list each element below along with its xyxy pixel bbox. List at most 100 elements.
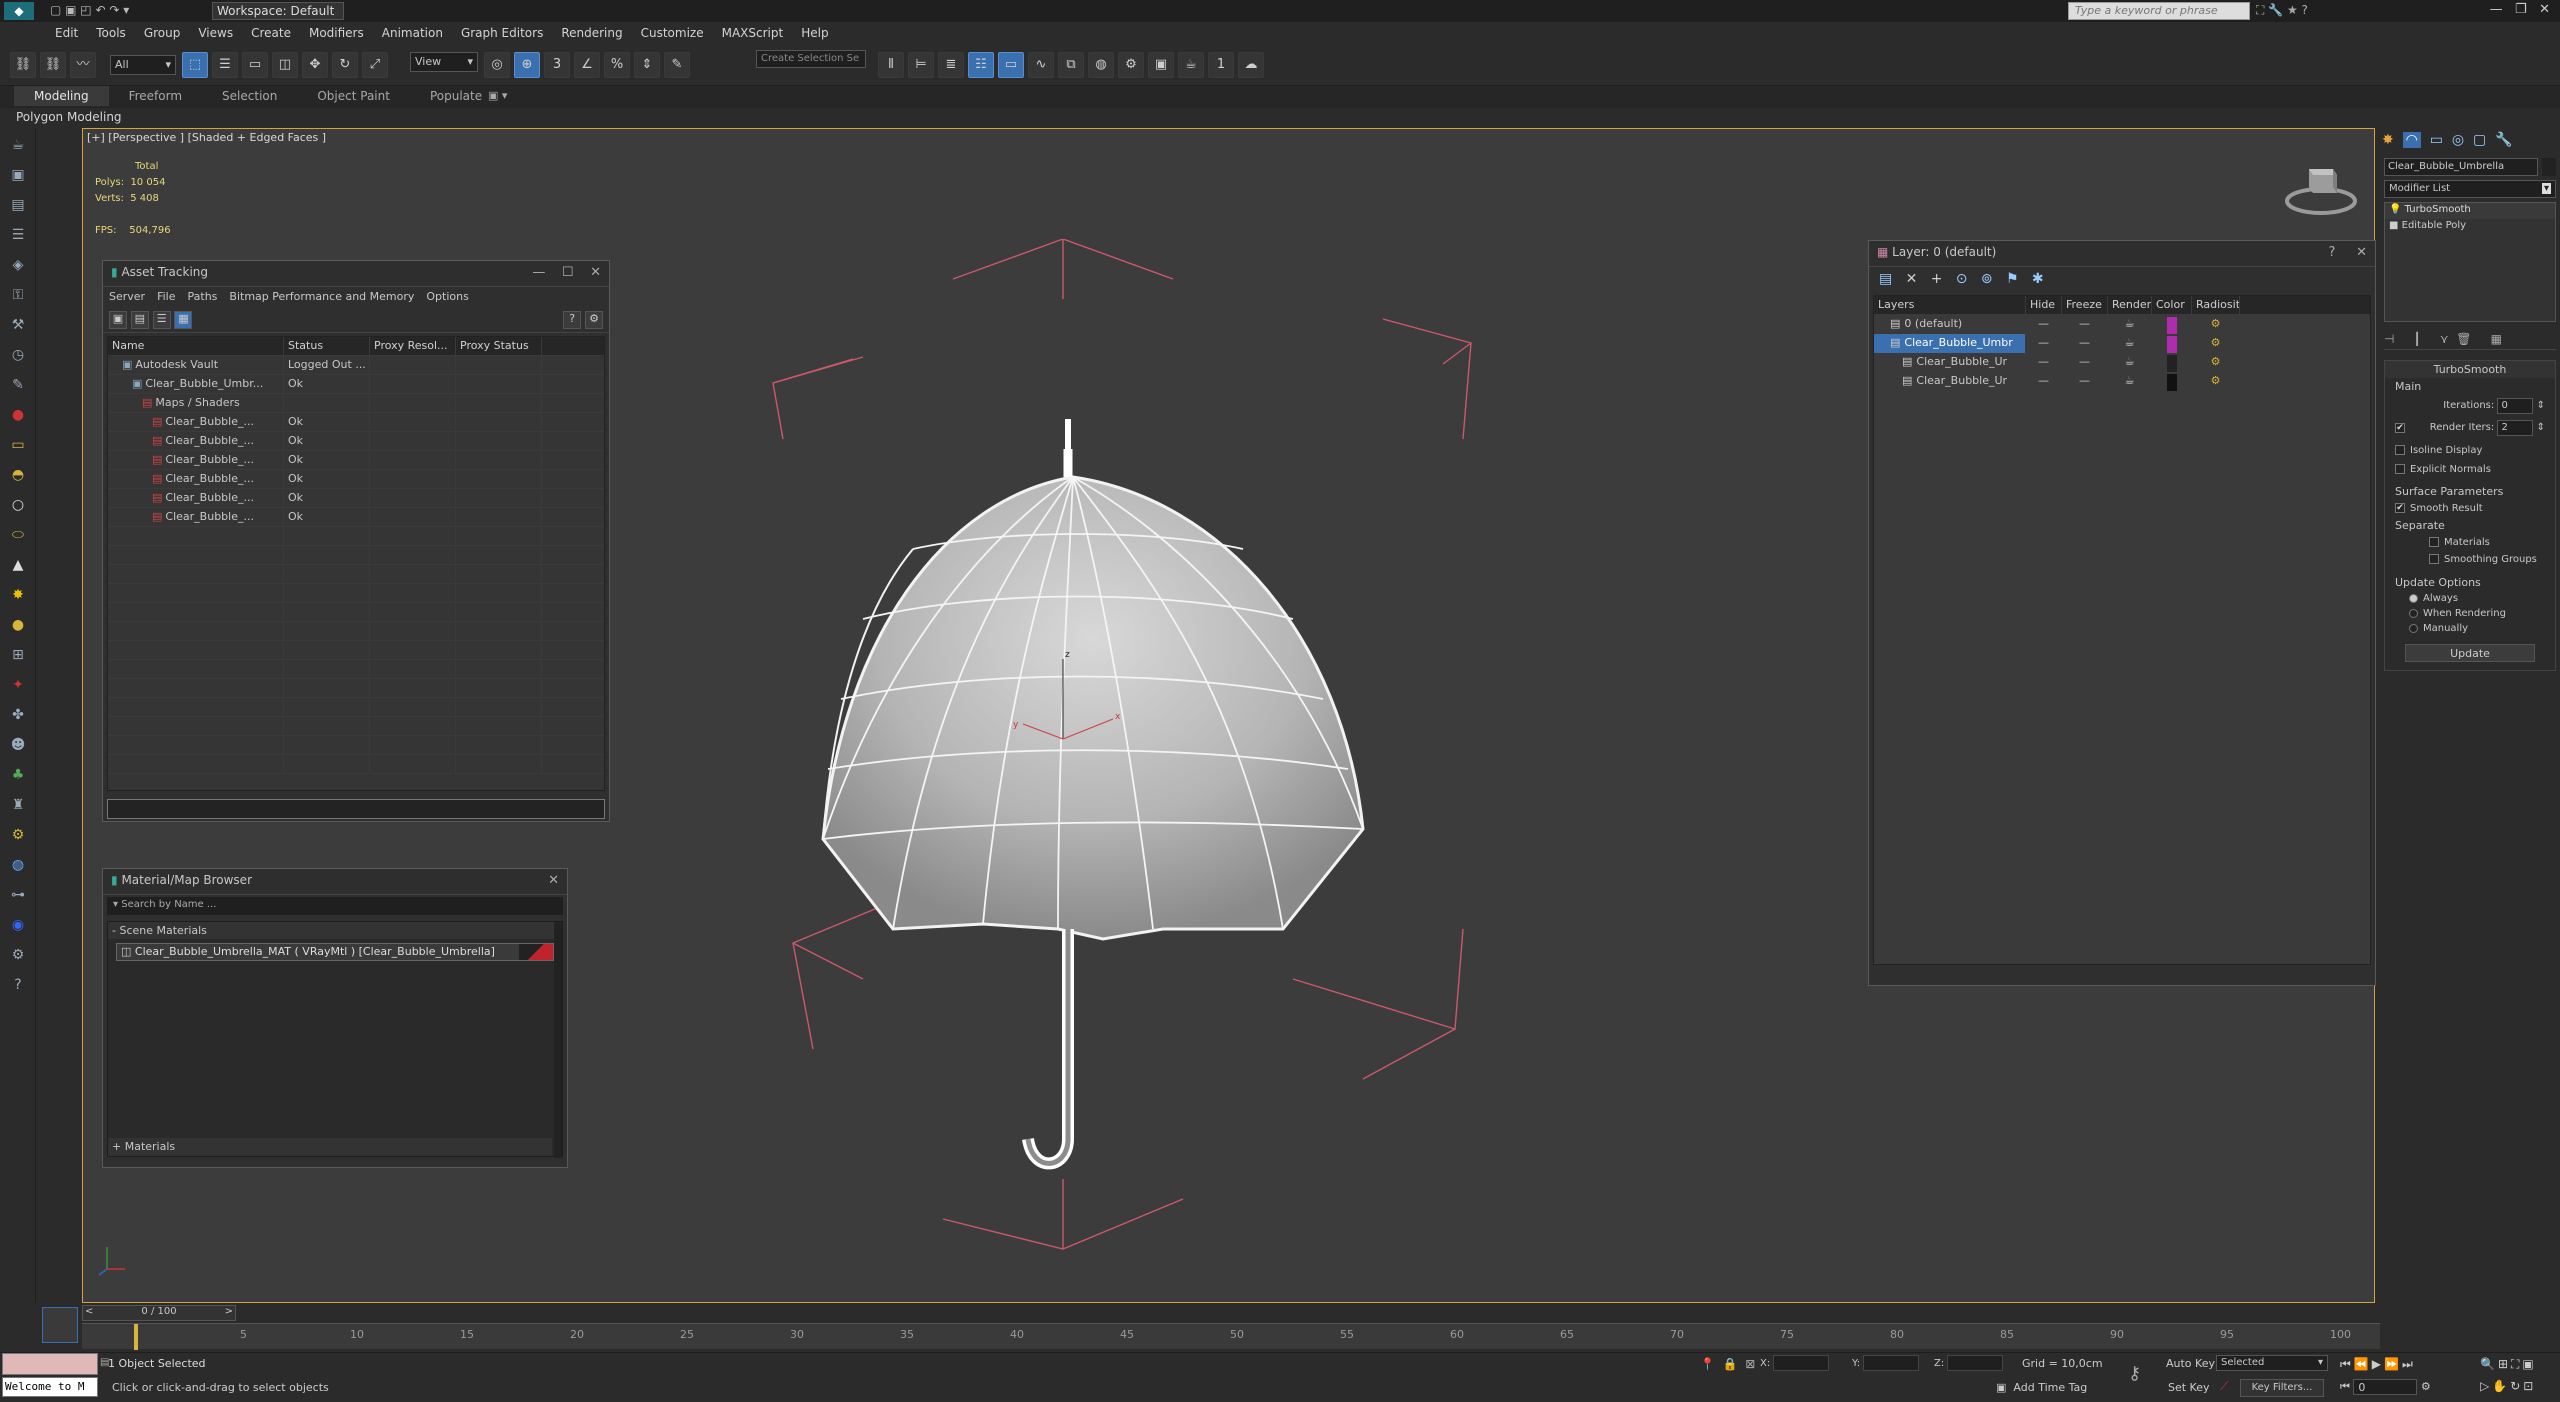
layer-hide-toggle[interactable]: — <box>2026 315 2062 334</box>
hf-icon[interactable]: ♜ <box>5 792 31 818</box>
go-to-start-icon[interactable]: ⏮ <box>2340 1357 2354 1371</box>
ribbon-tab-object-paint[interactable]: Object Paint <box>297 86 410 106</box>
at-settings-icon[interactable]: ⚙ <box>585 311 603 329</box>
zoom-all-icon[interactable]: ⊞ <box>2498 1357 2511 1371</box>
render-cloud-icon[interactable]: ☁ <box>1238 52 1264 78</box>
layer-color-swatch[interactable] <box>2152 334 2192 353</box>
min-max-toggle-icon[interactable]: ⊡ <box>2523 1379 2536 1393</box>
menu-edit[interactable]: Edit <box>46 22 87 46</box>
layer-column-header[interactable]: Radiosity <box>2192 296 2240 315</box>
sun-icon[interactable]: ✸ <box>5 582 31 608</box>
maxscript-listener-mini[interactable] <box>2 1353 98 1375</box>
asset-column-header[interactable]: Status <box>284 337 370 356</box>
layer-row[interactable]: ▤ 0 (default) — — ☕ ⚙ <box>1874 315 2370 334</box>
percent-snap-icon[interactable]: % <box>604 52 630 78</box>
asset-row[interactable]: ▤ Maps / Shaders <box>108 394 604 413</box>
render-iters-checkbox[interactable]: ✔ <box>2395 423 2405 433</box>
asset-column-header[interactable]: Proxy Status <box>456 337 542 356</box>
smooth-result-row[interactable]: ✔ Smooth Result <box>2385 500 2555 517</box>
layer-hide-toggle[interactable]: — <box>2026 353 2062 372</box>
user-icon[interactable]: ☻ <box>5 732 31 758</box>
plane-icon[interactable]: ▭ <box>5 432 31 458</box>
scene-materials-header[interactable]: - Scene Materials <box>108 922 562 939</box>
pin-stack-icon[interactable]: ⊣ <box>2384 332 2394 346</box>
rect-selection-icon[interactable]: ▭ <box>242 52 268 78</box>
layer-render-icon[interactable]: ☕ <box>2108 372 2152 391</box>
object-color-swatch[interactable] <box>2542 158 2556 176</box>
rendered-frame-icon[interactable]: ▣ <box>1148 52 1174 78</box>
umbrella-model[interactable]: z x y <box>683 239 1703 1279</box>
workspace-dropdown[interactable]: Workspace: Default ▾ <box>212 2 344 32</box>
plant-icon[interactable]: ♣ <box>5 762 31 788</box>
menu-modifiers[interactable]: Modifiers <box>300 22 373 46</box>
layer-row[interactable]: ▤ Clear_Bubble_Ur — — ☕ ⚙ <box>1874 353 2370 372</box>
menu-customize[interactable]: Customize <box>632 22 713 46</box>
layer-row[interactable]: ▤ Clear_Bubble_Ur — — ☕ ⚙ <box>1874 372 2370 391</box>
menu-maxscript[interactable]: MAXScript <box>713 22 793 46</box>
menu-views[interactable]: Views <box>189 22 242 46</box>
maxscript-input[interactable]: Welcome to M <box>2 1377 98 1397</box>
asset-path-field[interactable] <box>107 799 605 819</box>
layer-render-icon[interactable]: ☕ <box>2108 353 2152 372</box>
materials-row[interactable]: Materials <box>2385 534 2555 551</box>
globe-icon[interactable]: ● <box>5 612 31 638</box>
hide-all-icon[interactable]: ⚑ <box>2006 271 2019 287</box>
angle-snap-icon[interactable]: ∠ <box>574 52 600 78</box>
show-end-result-icon[interactable]: ┃ <box>2414 332 2421 346</box>
create-layer-icon[interactable]: ▤ <box>1879 271 1892 287</box>
layer-color-swatch[interactable] <box>2152 353 2192 372</box>
material-editor-icon[interactable]: ◍ <box>1088 52 1114 78</box>
isolate-lock-icons[interactable]: 📍 🔒 ⊠ <box>1700 1357 1755 1371</box>
isoline-display-row[interactable]: Isoline Display <box>2385 439 2555 458</box>
particle-icon[interactable]: ✦ <box>5 672 31 698</box>
hierarchy-icon[interactable]: ⊶ <box>5 882 31 908</box>
asset-menu-bitmap-performance-and-memory[interactable]: Bitmap Performance and Memory <box>229 290 414 303</box>
object-name-field[interactable]: Clear_Bubble_Umbrella <box>2384 158 2538 176</box>
at-help-icon[interactable]: ? <box>563 311 582 329</box>
layer-column-header[interactable]: Freeze <box>2062 296 2108 315</box>
gear-icon[interactable]: ⚙ <box>5 822 31 848</box>
lightbulb-icon[interactable]: 💡 <box>2389 204 2401 215</box>
display-tab-icon[interactable]: ▢ <box>2473 132 2486 148</box>
selection-filter-dropdown[interactable]: All ▾ <box>110 55 176 75</box>
layer-radiosity-icon[interactable]: ⚙ <box>2192 315 2240 334</box>
lock-icon[interactable]: ⚿ <box>5 282 31 308</box>
layer-radiosity-icon[interactable]: ⚙ <box>2192 372 2240 391</box>
manually-row[interactable]: Manually <box>2385 621 2555 636</box>
render-iterative-icon[interactable]: 1 <box>1208 52 1234 78</box>
configure-sets-icon[interactable]: ▦ <box>2491 332 2502 346</box>
layer-row[interactable]: ▤ Clear_Bubble_Umbr — — ☕ ⚙ <box>1874 334 2370 353</box>
stack-item-editable-poly[interactable]: ■ Editable Poly <box>2385 219 2555 235</box>
scene-explorer-icon[interactable]: ☷ <box>968 52 994 78</box>
material-browser-close-icon[interactable]: ✕ <box>548 873 559 888</box>
render-iters-spinner[interactable]: 2 <box>2497 420 2534 436</box>
maximize-icon[interactable]: ❐ <box>2515 2 2527 17</box>
quick-access-icons[interactable]: ▢ ▣ ◰ ↶ ↷ ▾ <box>50 3 200 19</box>
align-icon[interactable]: ⊨ <box>908 52 934 78</box>
polygon-modeling-tab[interactable]: Polygon Modeling <box>16 110 122 124</box>
layer-freeze-toggle[interactable]: — <box>2062 372 2108 391</box>
scale-icon[interactable]: ⤢ <box>362 52 388 78</box>
table-view-icon[interactable]: ▤ <box>130 311 149 329</box>
asset-column-header[interactable]: Name <box>108 337 284 356</box>
layer-column-header[interactable]: Hide <box>2026 296 2062 315</box>
create-tab-icon[interactable]: ✸ <box>2382 132 2394 148</box>
teapot-icon[interactable]: ☕ <box>5 132 31 158</box>
asset-menu-server[interactable]: Server <box>109 290 145 303</box>
viewport-nav-controls[interactable]: 🔍⊞⛶▣ <box>2480 1357 2537 1372</box>
asset-row[interactable]: ▤ Clear_Bubble_... Ok <box>108 432 604 451</box>
smoothing-groups-checkbox[interactable] <box>2429 554 2439 564</box>
asset-row[interactable]: ▣ Autodesk Vault Logged Out ... <box>108 356 604 375</box>
time-prev-icon[interactable]: < <box>83 1306 93 1317</box>
go-to-end-icon[interactable]: ⏭ <box>2402 1357 2416 1371</box>
key-filters-button[interactable]: Key Filters... <box>2240 1379 2324 1397</box>
smoothing-groups-row[interactable]: Smoothing Groups <box>2385 551 2555 568</box>
fov-icon[interactable]: ▷ <box>2480 1379 2492 1393</box>
vray-icon[interactable]: ◉ <box>5 912 31 938</box>
materials-checkbox[interactable] <box>2429 537 2439 547</box>
named-selection-dropdown[interactable]: Create Selection Se <box>756 50 866 68</box>
z-field[interactable] <box>1947 1355 2004 1371</box>
viewport-label[interactable]: [+] [Perspective ] [Shaded + Edged Faces… <box>87 131 326 144</box>
reference-coordinate-dropdown[interactable]: View ▾ <box>410 52 478 72</box>
cone-icon[interactable]: ▲ <box>5 552 31 578</box>
